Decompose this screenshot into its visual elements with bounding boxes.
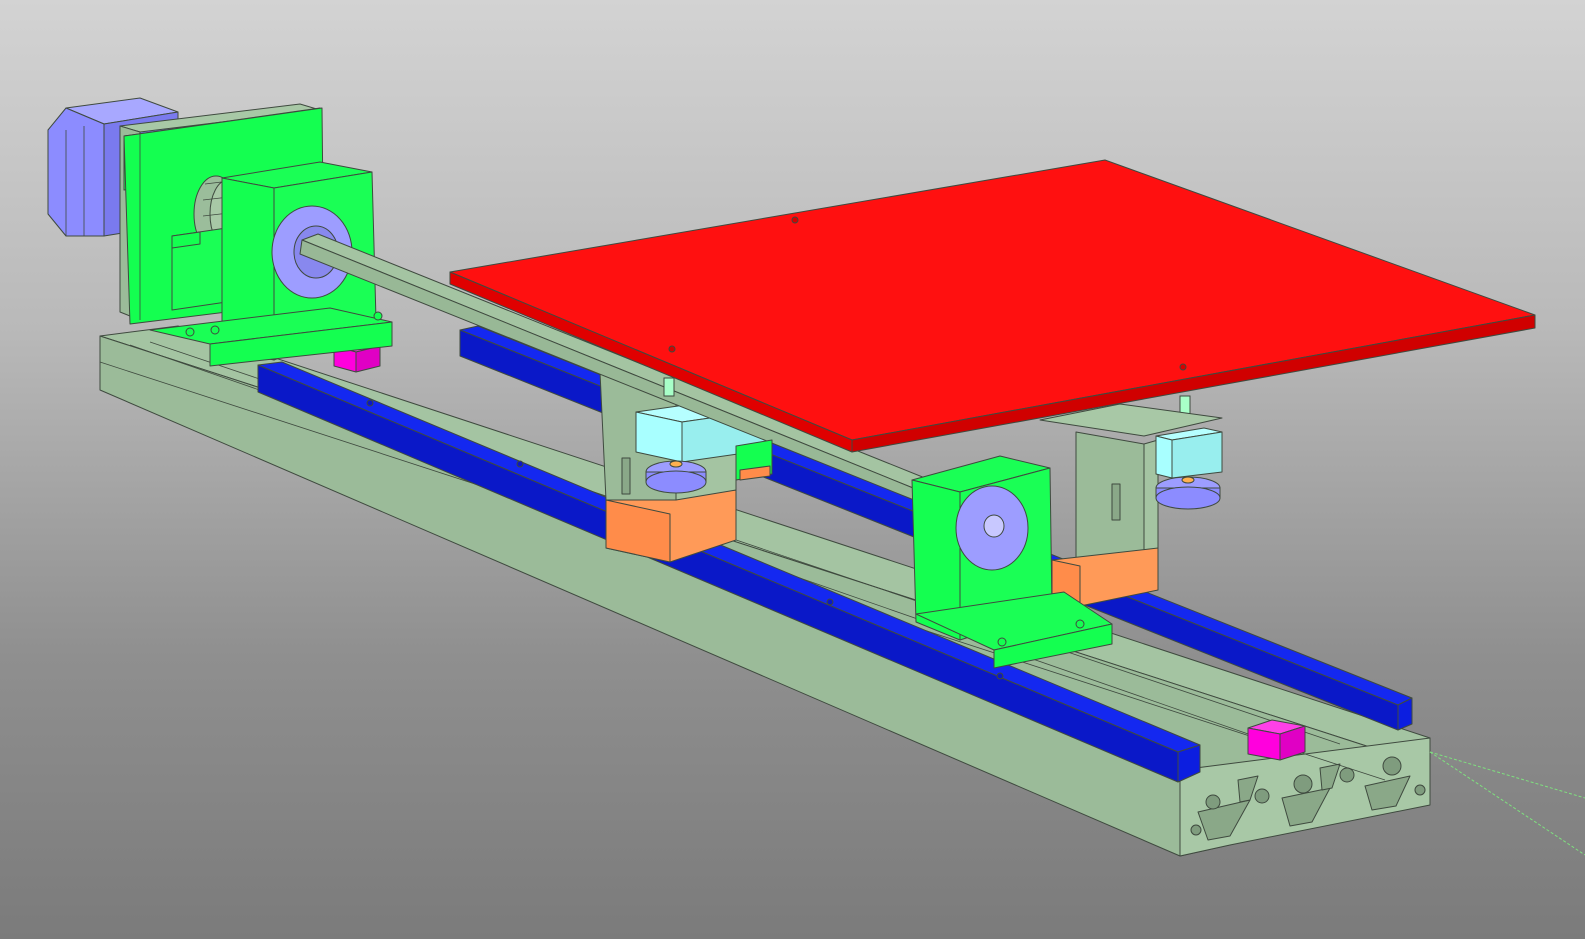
cad-model-scene[interactable]: [0, 0, 1585, 939]
leveling-knob-right[interactable]: [1155, 476, 1221, 510]
construction-lines: [1429, 751, 1585, 856]
spacer-block-right[interactable]: [1155, 427, 1223, 479]
leveling-screw-right: [1179, 395, 1191, 415]
leveling-knob-left[interactable]: [645, 460, 707, 494]
green-spacer: [735, 439, 773, 481]
leveling-screw-left: [663, 377, 675, 397]
cad-3d-viewport[interactable]: [0, 0, 1585, 939]
end-stop-front[interactable]: [1247, 719, 1306, 761]
